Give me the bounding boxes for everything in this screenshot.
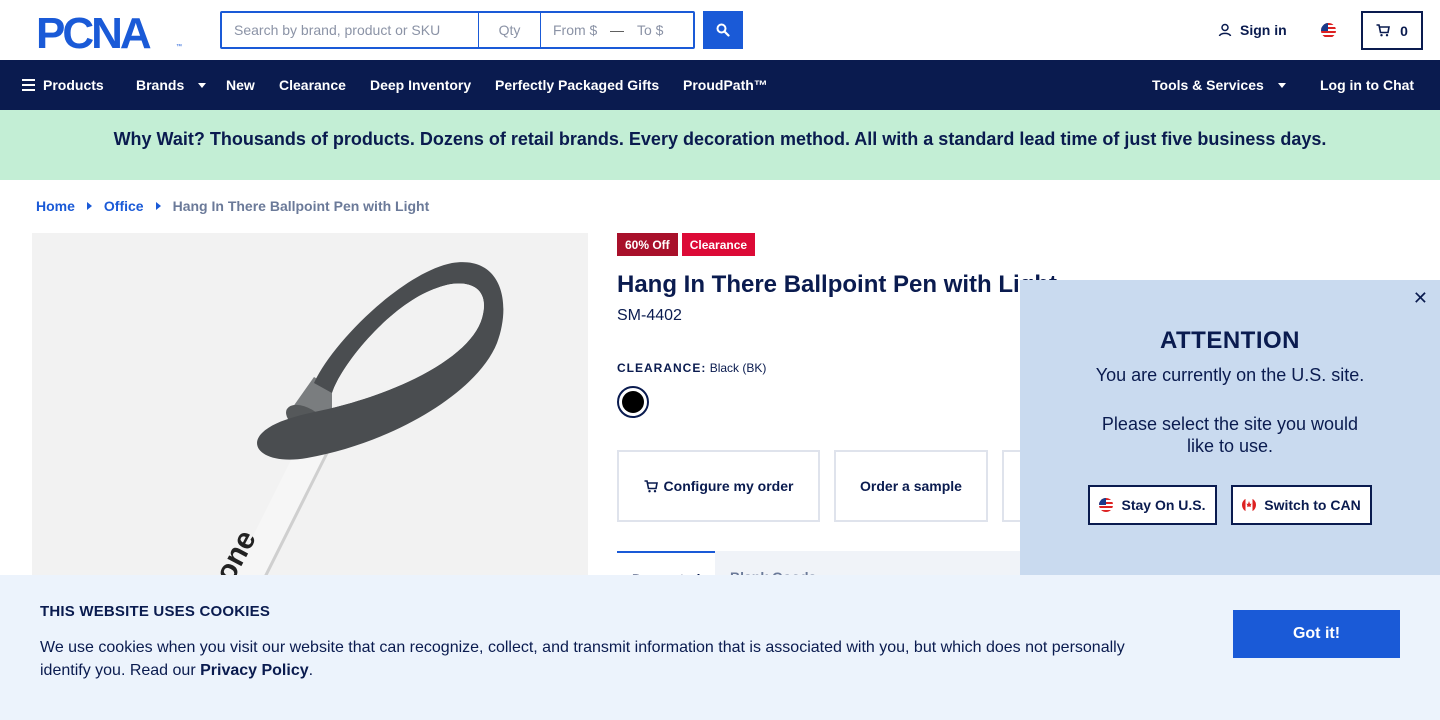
stay-us-button[interactable]: Stay On U.S. [1088, 485, 1217, 525]
configure-order-button[interactable]: Configure my order [617, 450, 820, 522]
swatch-dot [622, 391, 644, 413]
svg-text:™: ™ [176, 43, 182, 50]
user-icon [1218, 23, 1232, 37]
chevron-down-icon [1277, 82, 1286, 88]
search-button[interactable] [703, 11, 743, 49]
us-flag-icon[interactable] [1321, 23, 1336, 38]
configure-order-label: Configure my order [663, 478, 794, 494]
promo-banner-text: Why Wait? Thousands of products. Dozens … [113, 129, 1327, 149]
breadcrumb-home[interactable]: Home [36, 198, 75, 214]
canada-flag-icon [1242, 498, 1257, 512]
search-input[interactable] [222, 13, 479, 47]
nav-tools-label: Tools & Services [1152, 77, 1264, 93]
breadcrumb-category[interactable]: Office [104, 198, 144, 214]
switch-can-button[interactable]: Switch to CAN [1231, 485, 1372, 525]
quantity-input[interactable] [479, 13, 541, 47]
promo-banner: Why Wait? Thousands of products. Dozens … [0, 110, 1440, 180]
pcna-logo[interactable]: PCNA ™ [36, 11, 186, 51]
color-swatch-black[interactable] [617, 386, 649, 418]
color-label-key: CLEARANCE: [617, 361, 707, 375]
main-nav: Products Brands New Clearance Deep Inven… [0, 60, 1440, 110]
breadcrumb: Home Office Hang In There Ballpoint Pen … [36, 198, 429, 214]
price-range-dash: — [610, 22, 624, 38]
nav-proudpath[interactable]: ProudPath™ [683, 77, 768, 93]
order-sample-label: Order a sample [860, 478, 962, 494]
popup-line-1: You are currently on the U.S. site. [1095, 365, 1365, 385]
product-badges: 60% Off Clearance [617, 233, 756, 256]
chevron-down-icon [198, 82, 207, 88]
price-to-input[interactable] [625, 13, 685, 47]
search-form: — [220, 11, 695, 49]
cart-icon [644, 479, 658, 492]
breadcrumb-current: Hang In There Ballpoint Pen with Light [172, 198, 430, 214]
nav-brands-label: Brands [136, 77, 185, 93]
stay-us-label: Stay On U.S. [1121, 497, 1206, 513]
chevron-right-icon [86, 202, 92, 210]
nav-products[interactable]: Products [22, 77, 104, 93]
nav-clearance[interactable]: Clearance [279, 77, 346, 93]
nav-brands[interactable]: Brands [136, 77, 207, 93]
close-icon[interactable]: ✕ [1413, 288, 1428, 309]
switch-can-label: Switch to CAN [1264, 497, 1361, 513]
cookie-text-end: . [308, 662, 314, 679]
nav-gifts-label: Perfectly Packaged Gifts [495, 77, 660, 93]
order-sample-button[interactable]: Order a sample [834, 450, 988, 522]
site-select-popup: ✕ ATTENTION You are currently on the U.S… [1020, 280, 1440, 580]
logo-text: PCNA [36, 11, 151, 51]
sign-in-label: Sign in [1240, 22, 1287, 38]
us-flag-icon [1099, 498, 1114, 512]
color-label: CLEARANCE: Black (BK) [617, 361, 766, 375]
color-label-value: Black (BK) [709, 361, 767, 375]
cookie-text: We use cookies when you visit our websit… [40, 636, 1150, 682]
popup-line-3: like to use. [1186, 436, 1274, 456]
privacy-policy-link[interactable]: Privacy Policy [200, 662, 309, 679]
discount-badge: 60% Off [617, 233, 678, 256]
nav-gifts[interactable]: Perfectly Packaged Gifts [495, 77, 659, 93]
cookie-title: THIS WEBSITE USES COOKIES [40, 603, 271, 620]
site-header: PCNA ™ — Sign in [0, 0, 1440, 60]
nav-clearance-label: Clearance [279, 77, 346, 93]
product-sku: SM-4402 [617, 307, 682, 324]
popup-line-2: Please select the site you would [1101, 414, 1359, 434]
cart-icon [1376, 24, 1391, 37]
nav-new[interactable]: New [226, 77, 255, 93]
nav-chat-label: Log in to Chat [1320, 77, 1415, 93]
search-icon [716, 23, 730, 37]
nav-chat-login[interactable]: Log in to Chat [1320, 77, 1414, 93]
cart-button[interactable]: 0 [1361, 11, 1423, 50]
chevron-right-icon [155, 202, 161, 210]
cookie-banner: THIS WEBSITE USES COOKIES We use cookies… [0, 575, 1440, 720]
nav-deep-inventory-label: Deep Inventory [370, 77, 472, 93]
nav-deep-inventory[interactable]: Deep Inventory [370, 77, 471, 93]
cart-count: 0 [1400, 22, 1408, 39]
nav-proudpath-label: ProudPath™ [683, 77, 768, 93]
product-title: Hang In There Ballpoint Pen with Light [617, 271, 1057, 298]
sign-in-link[interactable]: Sign in [1218, 22, 1287, 38]
popup-title: ATTENTION [1159, 327, 1301, 354]
price-from-input[interactable] [541, 13, 609, 47]
clearance-badge: Clearance [681, 233, 756, 256]
nav-products-label: Products [43, 77, 104, 93]
nav-new-label: New [226, 77, 255, 93]
nav-tools[interactable]: Tools & Services [1152, 77, 1286, 93]
accept-cookies-button[interactable]: Got it! [1233, 610, 1400, 658]
hamburger-icon [22, 79, 35, 91]
